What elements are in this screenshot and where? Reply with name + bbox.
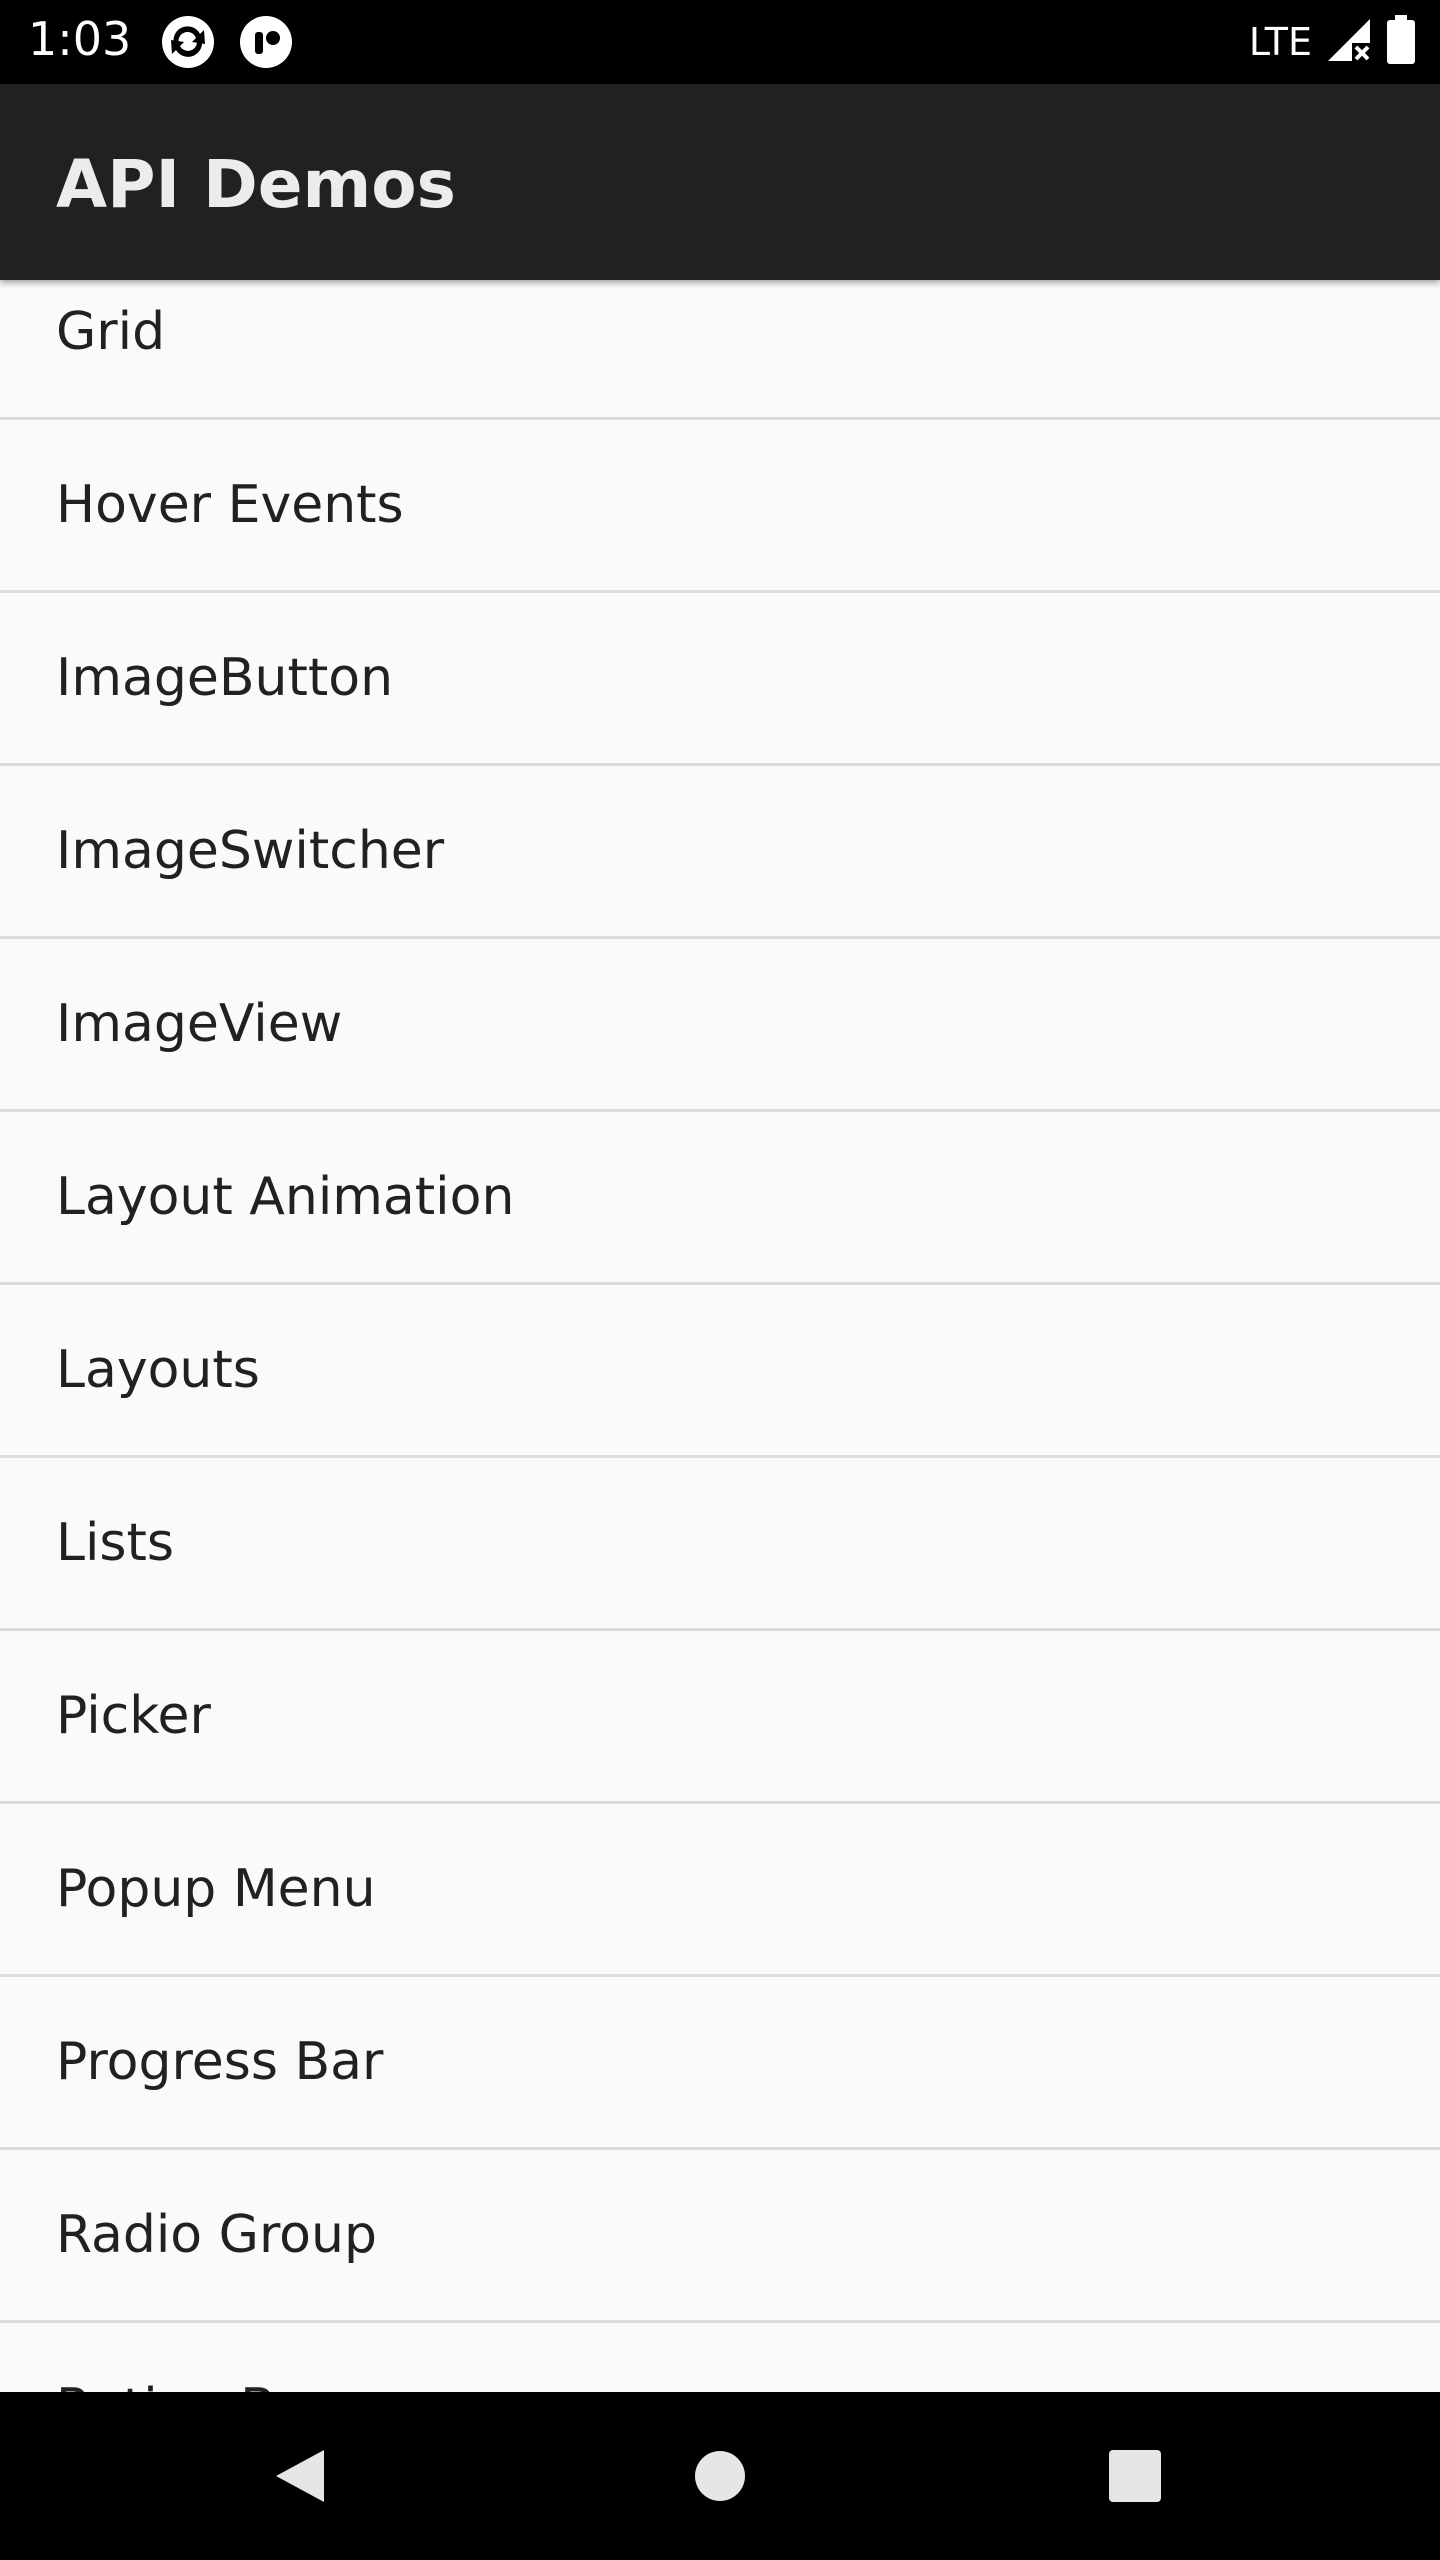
list-item-label: ImageButton bbox=[56, 648, 394, 708]
list-item[interactable]: ImageButton bbox=[0, 593, 1440, 766]
app-notification-icon bbox=[238, 14, 294, 70]
app-bar: API Demos bbox=[0, 84, 1440, 280]
navigation-bar bbox=[0, 2392, 1440, 2560]
list-item-label: Layouts bbox=[56, 1340, 260, 1400]
list-item[interactable]: ImageSwitcher bbox=[0, 766, 1440, 939]
list-item-label: Progress Bar bbox=[56, 2032, 384, 2092]
list-item-label: Rating Bar bbox=[56, 2378, 329, 2392]
home-button[interactable] bbox=[670, 2426, 770, 2526]
list-item[interactable]: Grid bbox=[0, 280, 1440, 420]
list-item-label: Grid bbox=[56, 302, 166, 362]
status-time: 1:03 bbox=[28, 12, 132, 66]
list-item-label: ImageView bbox=[56, 994, 343, 1054]
list-item-label: Radio Group bbox=[56, 2205, 377, 2265]
list-item[interactable]: Picker bbox=[0, 1631, 1440, 1804]
list-item[interactable]: Hover Events bbox=[0, 420, 1440, 593]
list-item[interactable]: Popup Menu bbox=[0, 1804, 1440, 1977]
list-item-label: Lists bbox=[56, 1513, 174, 1573]
back-button[interactable] bbox=[250, 2426, 350, 2526]
list-item-label: Layout Animation bbox=[56, 1167, 515, 1227]
back-icon bbox=[276, 2450, 324, 2502]
list-item[interactable]: Radio Group bbox=[0, 2150, 1440, 2323]
list-item-label: Hover Events bbox=[56, 475, 404, 535]
list-item[interactable]: Lists bbox=[0, 1458, 1440, 1631]
list-item[interactable]: Progress Bar bbox=[0, 1977, 1440, 2150]
home-icon bbox=[695, 2451, 745, 2501]
list-item[interactable]: Rating Bar bbox=[0, 2323, 1440, 2392]
status-bar: 1:03 LTE bbox=[0, 0, 1440, 84]
list-item-label: Picker bbox=[56, 1686, 211, 1746]
list-item[interactable]: Layout Animation bbox=[0, 1112, 1440, 1285]
battery-icon bbox=[1386, 14, 1416, 70]
list-item[interactable]: Layouts bbox=[0, 1285, 1440, 1458]
list-item[interactable]: ImageView bbox=[0, 939, 1440, 1112]
network-type: LTE bbox=[1248, 20, 1312, 64]
recents-button[interactable] bbox=[1085, 2426, 1185, 2526]
page-title: API Demos bbox=[56, 146, 456, 223]
demo-list[interactable]: Grid Hover Events ImageButton ImageSwitcher… bbox=[0, 280, 1440, 2392]
recents-icon bbox=[1109, 2450, 1161, 2502]
list-item-label: ImageSwitcher bbox=[56, 821, 445, 881]
list-item-label: Popup Menu bbox=[56, 1859, 376, 1919]
demo-list-items: Grid Hover Events ImageButton ImageSwitcher… bbox=[0, 280, 1440, 2392]
sync-notification-icon bbox=[160, 14, 216, 70]
signal-icon bbox=[1326, 17, 1372, 68]
